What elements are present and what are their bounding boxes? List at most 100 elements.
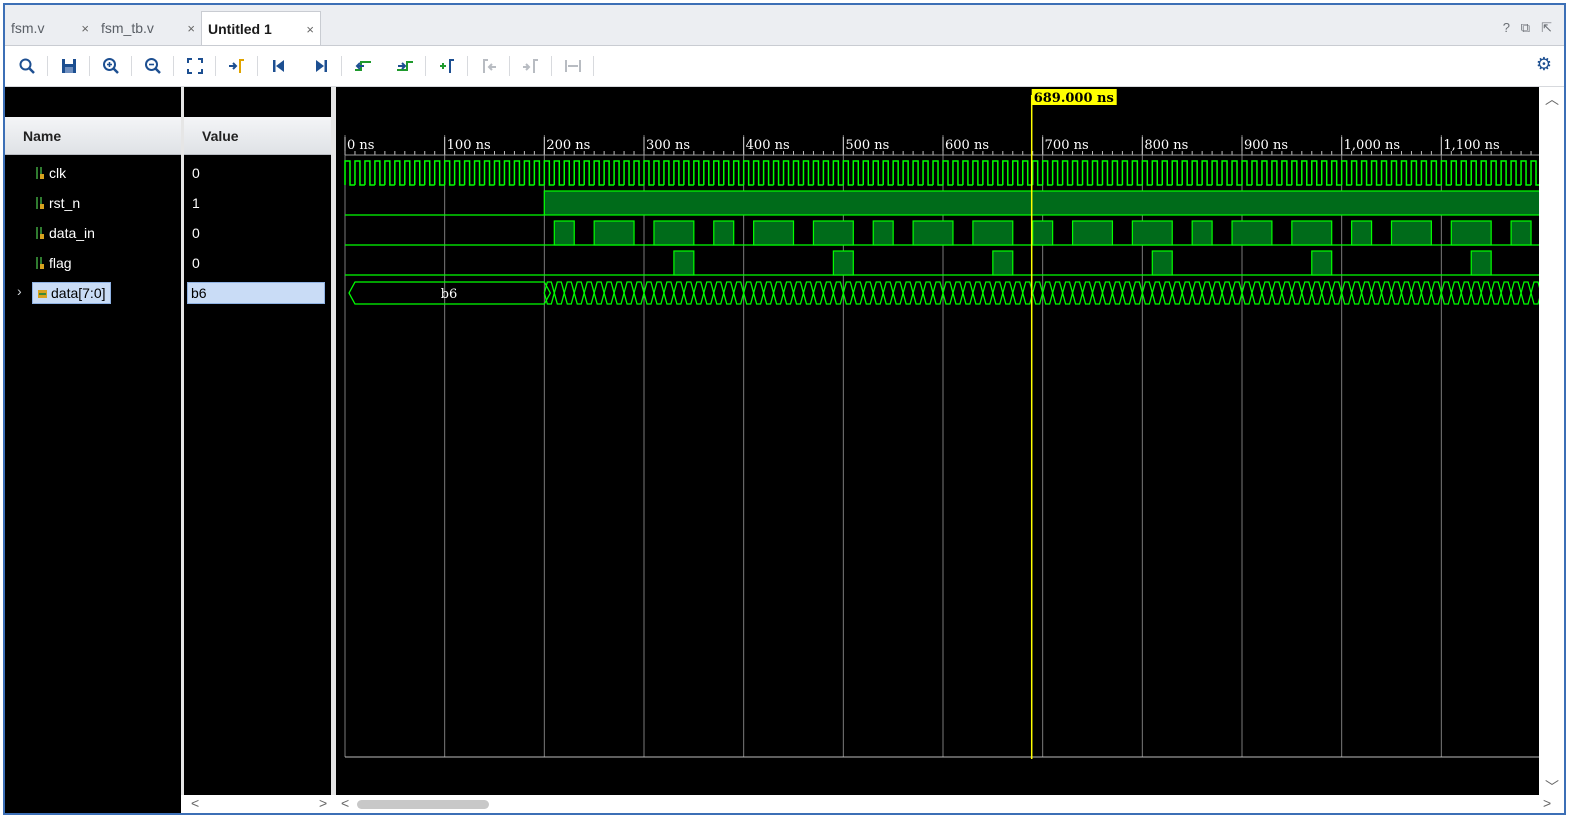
vertical-scrollbar[interactable]: ︿ ﹀ bbox=[1540, 87, 1562, 813]
scroll-up-icon[interactable]: ︿ bbox=[1545, 89, 1559, 109]
close-icon[interactable]: × bbox=[81, 21, 89, 36]
float-icon[interactable]: ⇱ bbox=[1541, 20, 1552, 36]
signal-name-row[interactable]: data[7:0] bbox=[32, 282, 111, 304]
next-transition-icon[interactable] bbox=[393, 54, 417, 78]
help-icon[interactable]: ? bbox=[1503, 20, 1510, 35]
flag-pulse bbox=[673, 250, 695, 276]
close-icon[interactable]: × bbox=[306, 22, 314, 37]
signal-name-row[interactable]: data_in bbox=[35, 223, 95, 243]
toolbar-separator bbox=[425, 56, 426, 76]
signal-value[interactable]: b6 bbox=[187, 282, 325, 304]
go-to-time-zero-icon[interactable] bbox=[267, 54, 291, 78]
toolbar-separator bbox=[551, 56, 552, 76]
bus-signal-icon bbox=[37, 285, 47, 299]
bit-signal-icon bbox=[35, 225, 45, 239]
signal-name: clk bbox=[49, 165, 67, 181]
tab-label: fsm_tb.v bbox=[101, 20, 154, 36]
data-in-pulse bbox=[1351, 220, 1373, 246]
data-in-pulse bbox=[593, 220, 635, 246]
tab-untitled-1[interactable]: Untitled 1 × bbox=[201, 11, 321, 45]
tab-label: Untitled 1 bbox=[208, 20, 272, 37]
data-in-pulse bbox=[1390, 220, 1432, 246]
toolbar-separator bbox=[509, 56, 510, 76]
tick-label: 300 ns bbox=[646, 138, 690, 153]
scroll-right-icon[interactable]: > bbox=[319, 795, 327, 811]
signal-name: data[7:0] bbox=[51, 285, 106, 301]
swap-cursors-icon[interactable] bbox=[561, 54, 585, 78]
tick-label: 100 ns bbox=[447, 138, 491, 153]
signal-value[interactable]: 0 bbox=[192, 223, 200, 243]
tick-label: 200 ns bbox=[546, 138, 590, 153]
signal-value[interactable]: 0 bbox=[192, 163, 200, 183]
data-in-pulse bbox=[1071, 220, 1114, 246]
waveform-window: fsm.v × fsm_tb.v × Untitled 1 × ? ⧉ ⇱ ⚙ … bbox=[3, 3, 1566, 815]
waveform-viewer[interactable]: 0 ns 100 ns 200 ns 300 ns 400 ns 500 ns 600 ns… bbox=[336, 87, 1539, 815]
editor-tab-bar: fsm.v × fsm_tb.v × Untitled 1 × ? ⧉ ⇱ bbox=[5, 5, 1564, 46]
next-marker-icon[interactable] bbox=[519, 54, 543, 78]
tick-label: 700 ns bbox=[1045, 138, 1089, 153]
tab-fsm-v[interactable]: fsm.v × bbox=[5, 11, 95, 45]
search-icon[interactable] bbox=[15, 54, 39, 78]
data-in-pulse bbox=[872, 220, 894, 246]
previous-marker-icon[interactable] bbox=[477, 54, 501, 78]
toolbar-separator bbox=[593, 56, 594, 76]
data-in-pulse bbox=[1291, 220, 1333, 246]
data-in-pulse bbox=[1032, 220, 1054, 246]
tab-fsm-tb-v[interactable]: fsm_tb.v × bbox=[95, 11, 201, 45]
previous-transition-icon[interactable] bbox=[351, 54, 375, 78]
data-in-pulse bbox=[653, 220, 695, 246]
data-in-pulse bbox=[1191, 220, 1213, 246]
data-in-pulse bbox=[812, 220, 854, 246]
signal-value[interactable]: 0 bbox=[192, 253, 200, 273]
zoom-in-icon[interactable] bbox=[99, 54, 123, 78]
flag-pulse bbox=[1470, 250, 1492, 276]
data-in-pulse bbox=[1510, 220, 1532, 246]
zoom-out-icon[interactable] bbox=[141, 54, 165, 78]
signal-name-row[interactable]: clk bbox=[35, 163, 66, 183]
save-icon[interactable] bbox=[57, 54, 81, 78]
bus-waveform bbox=[543, 281, 1539, 305]
flag-pulse bbox=[1311, 250, 1333, 276]
signal-value-pane: Value 0 1 0 0 b6 bbox=[184, 87, 331, 813]
toolbar-separator bbox=[173, 56, 174, 76]
signal-value[interactable]: 1 bbox=[192, 193, 200, 213]
signal-name-row[interactable]: flag bbox=[35, 253, 72, 273]
bit-signal-icon bbox=[35, 195, 45, 209]
tick-label: 800 ns bbox=[1144, 138, 1188, 153]
flag-pulse bbox=[1151, 250, 1173, 276]
expand-chevron-icon[interactable]: › bbox=[17, 283, 22, 299]
signal-name: flag bbox=[49, 255, 72, 271]
restore-icon[interactable]: ⧉ bbox=[1521, 20, 1530, 36]
signal-name-pane: Name clk rst_n data_inflag › data[7:0] bbox=[5, 87, 181, 813]
tab-label: fsm.v bbox=[11, 20, 45, 36]
tick-label: 1,100 ns bbox=[1443, 138, 1499, 153]
toolbar-separator bbox=[257, 56, 258, 76]
waveform-toolbar: ⚙ bbox=[5, 46, 1564, 87]
toolbar-separator bbox=[89, 56, 90, 76]
go-to-last-time-icon[interactable] bbox=[309, 54, 333, 78]
scroll-down-icon[interactable]: ﹀ bbox=[1545, 777, 1559, 797]
toolbar-separator bbox=[215, 56, 216, 76]
horizontal-scroll-thumb[interactable] bbox=[357, 800, 489, 809]
add-marker-icon[interactable] bbox=[435, 54, 459, 78]
scroll-left-icon[interactable]: < bbox=[341, 795, 349, 811]
clk-waveform bbox=[344, 160, 1539, 186]
gear-icon[interactable]: ⚙ bbox=[1536, 54, 1552, 75]
go-to-cursor-icon[interactable] bbox=[225, 54, 249, 78]
toolbar-separator bbox=[131, 56, 132, 76]
value-column-header[interactable]: Value bbox=[184, 117, 331, 155]
scroll-right-icon[interactable]: > bbox=[1543, 795, 1551, 811]
signal-name-row[interactable]: rst_n bbox=[35, 193, 80, 213]
cursor-time-label: 689.000 ns bbox=[1034, 91, 1114, 106]
waveform-canvas[interactable]: 0 ns 100 ns 200 ns 300 ns 400 ns 500 ns 600 ns… bbox=[336, 87, 1539, 815]
close-icon[interactable]: × bbox=[187, 21, 195, 36]
toolbar-separator bbox=[341, 56, 342, 76]
horizontal-scrollbar[interactable]: < > < > bbox=[181, 795, 1561, 813]
data-in-pulse bbox=[1450, 220, 1492, 246]
name-column-header[interactable]: Name bbox=[5, 117, 181, 155]
data-in-pulse bbox=[1131, 220, 1173, 246]
scroll-left-icon[interactable]: < bbox=[191, 795, 199, 811]
zoom-fit-icon[interactable] bbox=[183, 54, 207, 78]
signal-name: data_in bbox=[49, 225, 95, 241]
toolbar-separator bbox=[47, 56, 48, 76]
